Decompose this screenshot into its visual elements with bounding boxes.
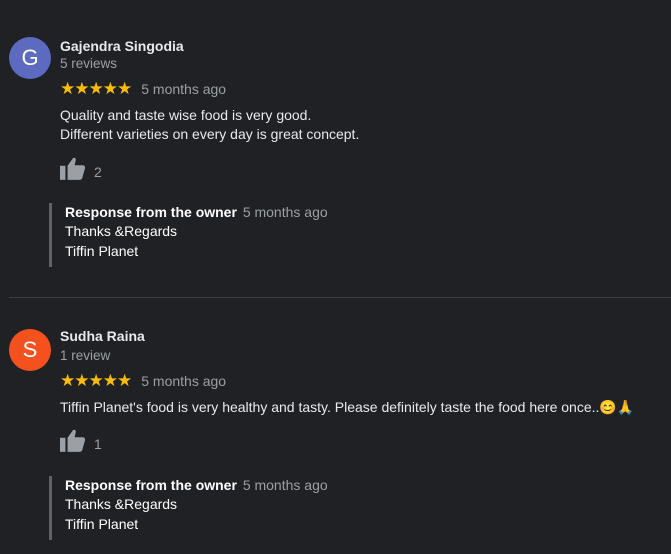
review-time: 5 months ago <box>141 372 227 389</box>
star-icon: ★ <box>60 371 75 390</box>
star-icon: ★ <box>102 371 118 390</box>
star-icon: ★ <box>117 79 132 98</box>
star-icon: ★ <box>102 79 118 98</box>
star-icon: ★ <box>117 371 132 390</box>
like-row: 2 <box>60 157 102 186</box>
star-rating: ★ ★ ★ ★ ★ <box>60 371 132 390</box>
divider <box>9 297 671 298</box>
reviewer-name[interactable]: Sudha Raina <box>60 328 145 344</box>
reviewer-review-count: 1 review <box>60 348 111 363</box>
owner-response: Response from the owner 5 months ago Tha… <box>49 203 328 267</box>
rating-row: ★ ★ ★ ★ ★ 5 months ago <box>60 80 226 97</box>
like-count: 2 <box>94 163 102 180</box>
rating-row: ★ ★ ★ ★ ★ 5 months ago <box>60 372 226 389</box>
review-text: Tiffin Planet's food is very healthy and… <box>60 399 635 415</box>
response-title: Response from the owner <box>65 204 237 220</box>
star-icon: ★ <box>74 79 89 98</box>
avatar[interactable]: G <box>9 37 51 79</box>
star-icon: ★ <box>88 79 104 98</box>
response-time: 5 months ago <box>242 477 328 493</box>
response-title: Response from the owner <box>65 477 237 493</box>
response-text: Thanks &Regards Tiffin Planet <box>65 496 178 532</box>
star-icon: ★ <box>74 371 89 390</box>
review-time: 5 months ago <box>141 80 227 97</box>
reviewer-review-count: 5 reviews <box>60 56 118 71</box>
reviewer-name[interactable]: Gajendra Singodia <box>60 38 184 54</box>
star-icon: ★ <box>88 371 104 390</box>
star-icon: ★ <box>60 79 75 98</box>
review-text: Quality and taste wise food is very good… <box>60 107 360 142</box>
thumbs-up-icon[interactable] <box>60 429 86 458</box>
response-text: Thanks &Regards Tiffin Planet <box>65 223 178 259</box>
avatar[interactable]: S <box>9 329 51 371</box>
star-rating: ★ ★ ★ ★ ★ <box>60 79 132 98</box>
response-time: 5 months ago <box>242 204 328 220</box>
thumbs-up-icon[interactable] <box>60 157 86 186</box>
owner-response: Response from the owner 5 months ago Tha… <box>49 476 328 540</box>
like-count: 1 <box>94 435 102 452</box>
like-row: 1 <box>60 429 102 458</box>
